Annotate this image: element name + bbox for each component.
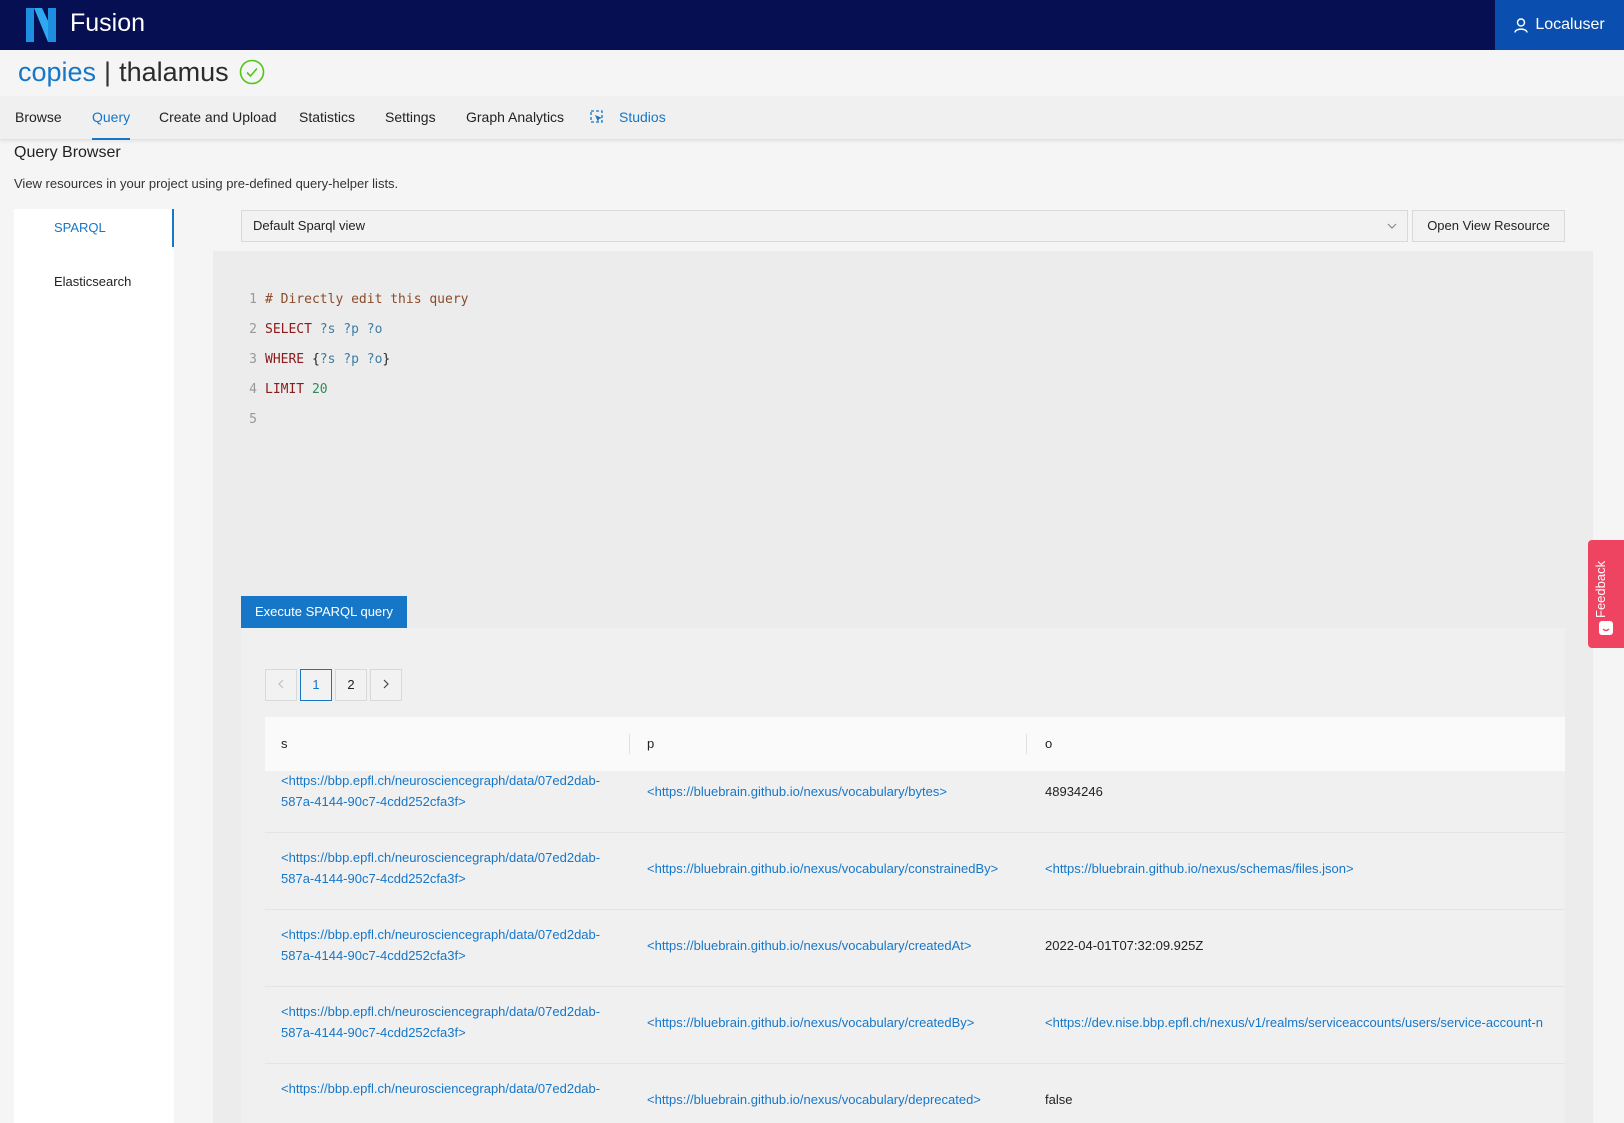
cell-object-link[interactable]: <https://bluebrain.github.io/nexus/schem… [1045,858,1565,879]
org-link[interactable]: copies [18,57,96,88]
cell-subject-line: 587a-4144-90c7-4cdd252cfa3f> [281,1025,466,1040]
line-number: 5 [249,412,257,427]
feedback-tab[interactable]: Feedback [1588,540,1624,648]
sidebar-item-elasticsearch[interactable]: Elasticsearch [14,263,174,301]
pagination-prev-button[interactable] [265,669,297,701]
column-divider [629,734,630,754]
feedback-icon [1599,621,1613,635]
code-token: ?s ?p ?o [319,322,383,337]
open-view-resource-button[interactable]: Open View Resource [1412,210,1565,242]
cell-subject-link[interactable]: <https://bbp.epfl.ch/neurosciencegraph/d… [281,924,621,966]
cell-object-value: 2022-04-01T07:32:09.925Z [1045,938,1204,953]
page-title: Query Browser [14,144,121,161]
line-number: 4 [249,382,257,397]
column-divider [1026,734,1027,754]
table-row: <https://bbp.epfl.ch/neurosciencegraph/d… [265,833,1565,910]
app-name[interactable]: Fusion [70,9,145,38]
cell-object-value: false [1045,1092,1073,1107]
code-line-text: SELECT ?s ?p ?o [265,317,382,343]
tab-create-and-upload[interactable]: Create and Upload [159,109,277,125]
project-tabs: Browse Query Create and Upload Statistic… [0,96,1624,140]
cell-subject-link[interactable]: <https://bbp.epfl.ch/neurosciencegraph/d… [281,770,621,812]
tab-settings[interactable]: Settings [385,109,436,125]
code-line-text: # Directly edit this query [265,287,469,313]
cell-predicate-link[interactable]: <https://bluebrain.github.io/nexus/vocab… [647,781,947,802]
cell-object-link[interactable]: <https://dev.nise.bbp.epfl.ch/nexus/v1/r… [1045,1012,1565,1033]
feedback-label: Feedback [1593,560,1608,618]
line-number: 2 [249,322,257,337]
cell-predicate-link[interactable]: <https://bluebrain.github.io/nexus/vocab… [647,1012,974,1033]
cell-subject-link[interactable]: <https://bbp.epfl.ch/neurosciencegraph/d… [281,1078,621,1099]
table-row: <https://bbp.epfl.ch/neurosciencegraph/d… [265,987,1565,1064]
cell-object-value: 48934246 [1045,784,1103,799]
code-line-text: LIMIT 20 [265,377,328,403]
user-menu-button[interactable]: Localuser [1495,0,1624,50]
code-token: # Directly edit this query [265,292,469,307]
cell-subject-line: <https://bbp.epfl.ch/neurosciencegraph/d… [281,927,601,942]
cell-predicate-link[interactable]: <https://bluebrain.github.io/nexus/vocab… [647,1089,981,1110]
pagination-page-2[interactable]: 2 [335,669,367,701]
table-row: <https://bbp.epfl.ch/neurosciencegraph/d… [265,910,1565,987]
code-token: WHERE [265,352,305,367]
column-header-s[interactable]: s [281,736,288,751]
column-header-p[interactable]: p [647,736,654,751]
execute-sparql-query-button[interactable]: Execute SPARQL query [241,596,407,628]
cell-subject-link[interactable]: <https://bbp.epfl.ch/neurosciencegraph/d… [281,847,621,889]
cell-subject-line: <https://bbp.epfl.ch/neurosciencegraph/d… [281,850,601,865]
pagination-page-1[interactable]: 1 [300,669,332,701]
page-description: View resources in your project using pre… [14,176,399,191]
project-name: thalamus [119,56,229,87]
code-token: LIMIT [265,382,305,397]
tab-statistics[interactable]: Statistics [299,109,355,125]
table-row: <https://bbp.epfl.ch/neurosciencegraph/d… [265,756,1565,833]
user-icon [1514,17,1529,33]
user-name: Localuser [1535,16,1605,33]
sidebar-item-sparql[interactable]: SPARQL [14,209,174,247]
tab-graph-analytics[interactable]: Graph Analytics [466,109,564,125]
chevron-right-icon [383,679,389,689]
view-select[interactable]: Default Sparql view [241,210,1408,242]
code-token: SELECT [265,322,312,337]
line-number: 1 [249,292,257,307]
view-select-value: Default Sparql view [253,218,365,233]
fusion-logo-icon[interactable] [26,8,56,42]
code-line-text: WHERE {?s ?p ?o} [265,347,390,373]
breadcrumb-separator: | [104,56,112,87]
cell-predicate-link[interactable]: <https://bluebrain.github.io/nexus/vocab… [647,858,998,879]
cell-subject-link[interactable]: <https://bbp.epfl.ch/neurosciencegraph/d… [281,1001,621,1043]
cell-predicate-link[interactable]: <https://bluebrain.github.io/nexus/vocab… [647,935,972,956]
cell-subject-line: 587a-4144-90c7-4cdd252cfa3f> [281,948,466,963]
studios-icon[interactable] [590,110,604,124]
cell-subject-line: 587a-4144-90c7-4cdd252cfa3f> [281,794,466,809]
cell-subject-line: <https://bbp.epfl.ch/neurosciencegraph/d… [281,1081,601,1096]
code-token: 20 [311,382,328,397]
pagination: 1 2 [265,669,402,701]
tab-browse[interactable]: Browse [15,109,62,125]
column-header-o[interactable]: o [1045,736,1052,751]
project-title: copies | thalamus [18,54,265,90]
cell-subject-line: 587a-4144-90c7-4cdd252cfa3f> [281,871,466,886]
query-type-sidebar: SPARQL Elasticsearch [14,209,174,1123]
check-circle-icon [239,59,264,85]
tab-query[interactable]: Query [92,109,131,140]
code-token: } [382,352,391,367]
chevron-left-icon [278,679,284,689]
code-token: ?s ?p ?o [319,352,383,367]
code-token: { [304,352,320,367]
top-navbar: Fusion Localuser [0,0,1624,50]
chevron-down-icon [1387,223,1397,229]
tab-studios[interactable]: Studios [619,109,666,125]
cell-subject-line: <https://bbp.epfl.ch/neurosciencegraph/d… [281,773,601,788]
pagination-next-button[interactable] [370,669,402,701]
table-row: <https://bbp.epfl.ch/neurosciencegraph/d… [265,1064,1565,1123]
line-number: 3 [249,352,257,367]
cell-subject-line: <https://bbp.epfl.ch/neurosciencegraph/d… [281,1004,601,1019]
